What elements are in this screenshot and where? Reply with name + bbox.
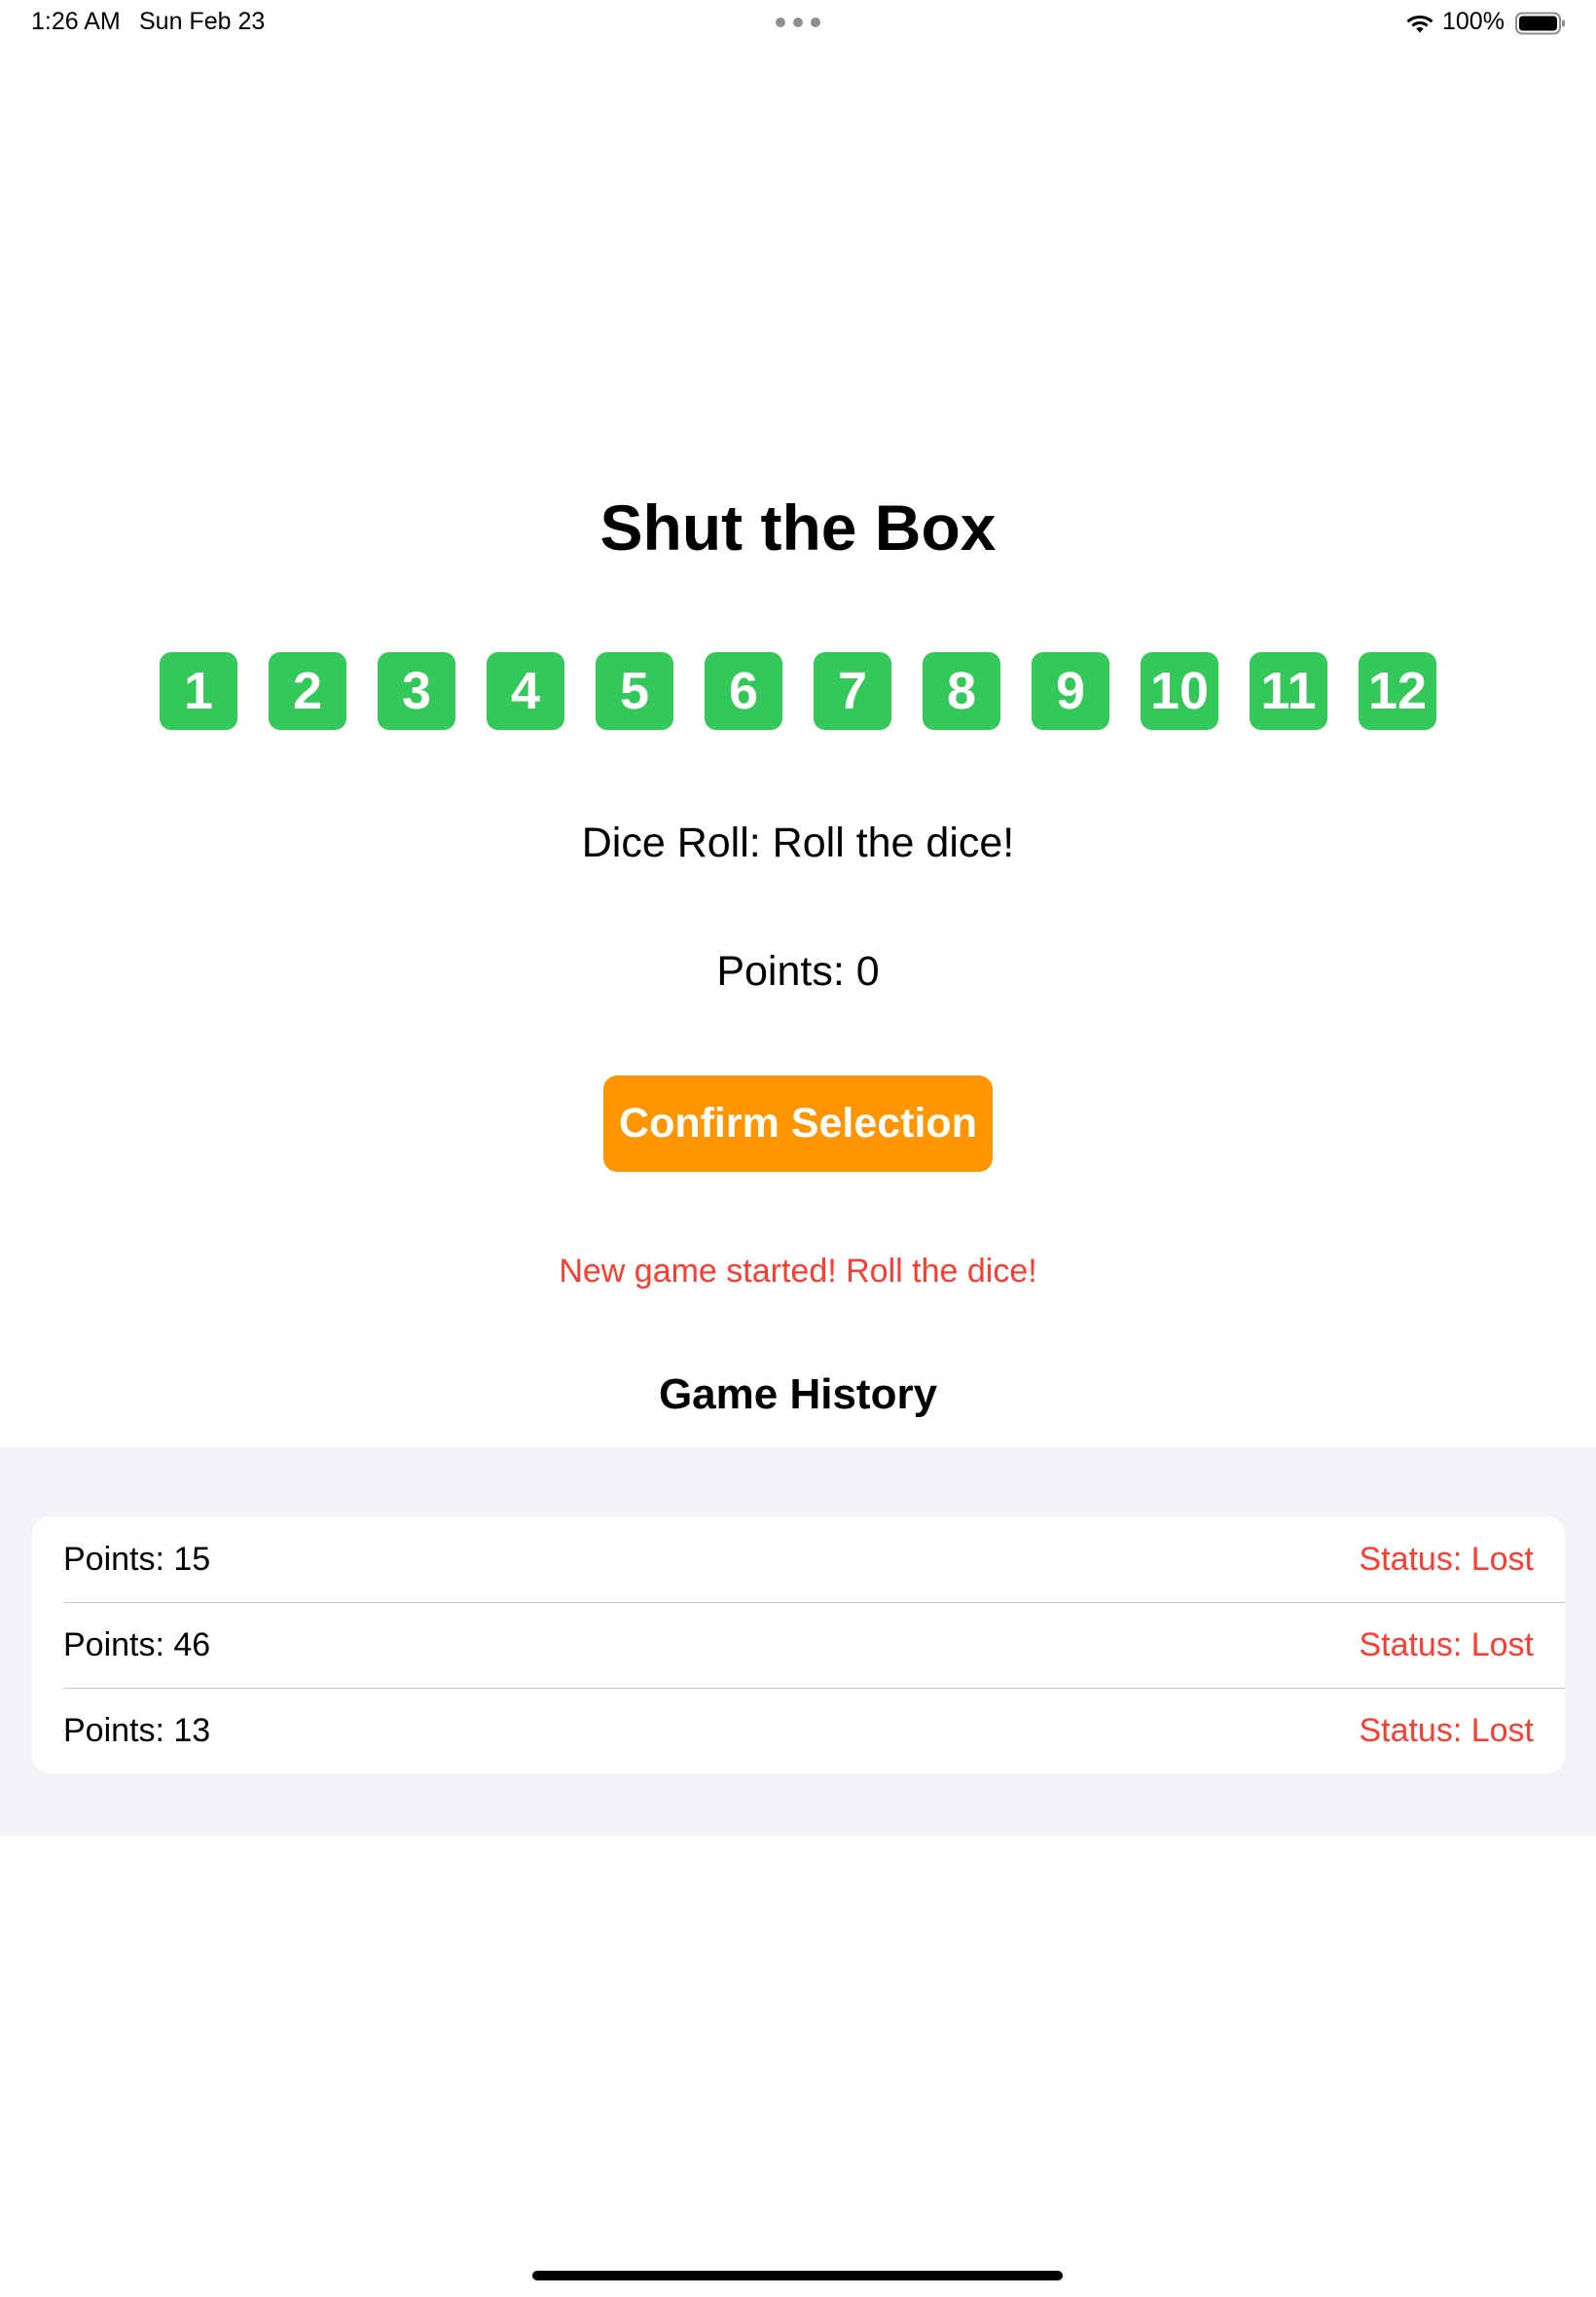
tile-11[interactable]: 11 [1250, 652, 1327, 730]
points-label: Points: 0 [716, 948, 880, 995]
history-row[interactable]: Points: 15 Status: Lost [32, 1516, 1565, 1602]
tile-9[interactable]: 9 [1032, 652, 1109, 730]
tile-8[interactable]: 8 [923, 652, 1000, 730]
status-time: 1:26 AM [31, 8, 121, 35]
home-indicator[interactable] [532, 2271, 1063, 2280]
confirm-selection-button[interactable]: Confirm Selection [603, 1076, 993, 1172]
tile-10[interactable]: 10 [1141, 652, 1218, 730]
app-screen: 1:26 AM Sun Feb 23 100% Shut the Box 1 2… [0, 0, 1596, 2297]
tile-4[interactable]: 4 [487, 652, 564, 730]
tile-12[interactable]: 12 [1359, 652, 1436, 730]
tile-7[interactable]: 7 [814, 652, 891, 730]
history-list[interactable]: Points: 15 Status: Lost Points: 46 Statu… [32, 1516, 1565, 1773]
page-title: Shut the Box [599, 492, 997, 564]
tile-3[interactable]: 3 [378, 652, 455, 730]
tile-row: 1 2 3 4 5 6 7 8 9 10 11 12 [160, 652, 1436, 730]
tile-2[interactable]: 2 [269, 652, 346, 730]
history-row-points: Points: 46 [63, 1625, 211, 1663]
status-date: Sun Feb 23 [139, 8, 266, 35]
history-row-points: Points: 15 [63, 1540, 211, 1578]
history-row[interactable]: Points: 13 Status: Lost [32, 1688, 1565, 1773]
tile-6[interactable]: 6 [705, 652, 782, 730]
dice-roll-label: Dice Roll: Roll the dice! [581, 820, 1015, 866]
history-row-status: Status: Lost [1359, 1625, 1534, 1663]
history-row-status: Status: Lost [1359, 1540, 1534, 1578]
multitask-dots-icon[interactable] [776, 18, 820, 27]
battery-percentage: 100% [1442, 8, 1505, 35]
history-row[interactable]: Points: 46 Status: Lost [32, 1602, 1565, 1688]
battery-icon [1515, 12, 1565, 35]
tile-1[interactable]: 1 [160, 652, 237, 730]
tile-5[interactable]: 5 [596, 652, 673, 730]
wifi-icon [1406, 16, 1433, 33]
history-row-status: Status: Lost [1359, 1711, 1534, 1749]
status-bar: 1:26 AM Sun Feb 23 100% [0, 0, 1596, 47]
history-title: Game History [658, 1370, 938, 1418]
history-row-points: Points: 13 [63, 1711, 211, 1749]
status-message: New game started! Roll the dice! [559, 1253, 1037, 1290]
